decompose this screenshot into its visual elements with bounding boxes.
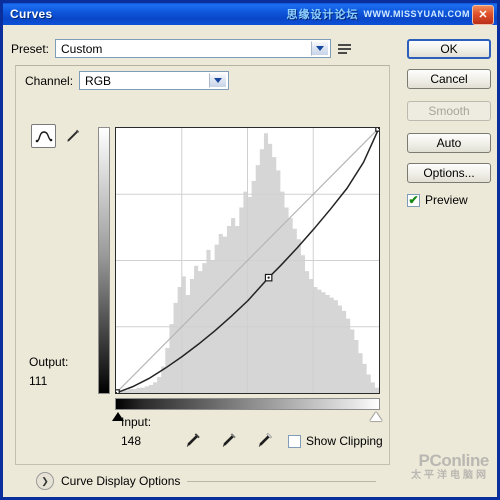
window-frame: Curves 思缘设计论坛 WWW.MISSYUAN.COM ✕ Preset:… <box>0 0 500 500</box>
curve-plot-svg <box>116 128 379 393</box>
preset-row: Preset: Custom <box>11 39 355 58</box>
channel-dropdown[interactable]: RGB <box>79 71 230 90</box>
preview-row[interactable]: ✔ Preview <box>407 193 491 207</box>
footer-watermark-sub: 太平洋电脑网 <box>411 470 489 481</box>
dialog-body: Preset: Custom Channel: RGB Output: 111 … <box>3 25 497 497</box>
chevron-down-icon[interactable]: ❯ <box>36 472 54 490</box>
channel-label: Channel: <box>25 73 74 88</box>
channel-value: RGB <box>85 73 112 88</box>
show-clipping-row[interactable]: Show Clipping <box>288 434 383 448</box>
input-gradient-bar <box>115 398 380 410</box>
ok-button[interactable]: OK <box>407 39 491 59</box>
eyedropper-tools <box>183 430 275 455</box>
close-icon[interactable]: ✕ <box>472 5 494 25</box>
options-button[interactable]: Options... <box>407 163 491 183</box>
curve-edit-tools <box>31 124 85 148</box>
show-clipping-checkbox[interactable] <box>288 434 301 448</box>
check-icon: ✔ <box>408 192 419 207</box>
curve-tool-icon[interactable] <box>31 124 56 148</box>
input-label: Input: <box>121 415 152 429</box>
watermark-chinese-text: 思缘设计论坛 <box>286 9 359 21</box>
curves-dialog: Curves 思缘设计论坛 WWW.MISSYUAN.COM ✕ Preset:… <box>0 0 500 500</box>
footer-watermark: PConline 太平洋电脑网 <box>411 452 489 483</box>
chevron-down-icon[interactable] <box>311 41 330 56</box>
footer-watermark-main: PConline <box>418 451 490 470</box>
title-bar: Curves 思缘设计论坛 WWW.MISSYUAN.COM ✕ <box>3 3 497 25</box>
preset-label: Preset: <box>11 41 50 56</box>
show-clipping-label: Show Clipping <box>306 434 383 448</box>
output-gradient-bar <box>98 127 110 394</box>
cancel-button[interactable]: Cancel <box>407 69 491 89</box>
curve-display-options-row[interactable]: ❯ Curve Display Options <box>36 472 376 490</box>
white-point-slider[interactable] <box>370 412 382 421</box>
section-divider <box>187 480 376 482</box>
output-label: Output: <box>29 355 69 369</box>
pencil-tool-icon[interactable] <box>60 124 85 148</box>
chevron-down-icon[interactable] <box>209 73 228 88</box>
set-black-point-eyedropper[interactable] <box>183 430 203 455</box>
set-gray-point-eyedropper[interactable] <box>219 430 239 455</box>
window-title: Curves <box>10 7 53 21</box>
preview-label: Preview <box>425 193 468 207</box>
preview-checkbox[interactable]: ✔ <box>407 192 420 207</box>
title-watermark: 思缘设计论坛 WWW.MISSYUAN.COM <box>287 6 471 22</box>
input-readout: Input: 148 <box>121 413 151 451</box>
preset-dropdown[interactable]: Custom <box>55 39 332 58</box>
auto-button[interactable]: Auto <box>407 133 491 153</box>
curve-plot-area[interactable] <box>115 127 380 394</box>
preset-menu-icon[interactable] <box>338 40 355 57</box>
output-value: 111 <box>29 374 48 388</box>
curve-display-options-label: Curve Display Options <box>61 474 181 488</box>
smooth-button: Smooth <box>407 101 491 121</box>
dialog-button-column: OK Cancel Smooth Auto Options... ✔ Previ… <box>407 39 491 207</box>
input-value: 148 <box>121 434 142 448</box>
watermark-url-text: WWW.MISSYUAN.COM <box>363 9 470 19</box>
channel-row: Channel: RGB <box>25 71 230 90</box>
output-readout: Output: 111 <box>29 353 68 391</box>
preset-value: Custom <box>61 41 103 56</box>
set-white-point-eyedropper[interactable] <box>255 430 275 455</box>
